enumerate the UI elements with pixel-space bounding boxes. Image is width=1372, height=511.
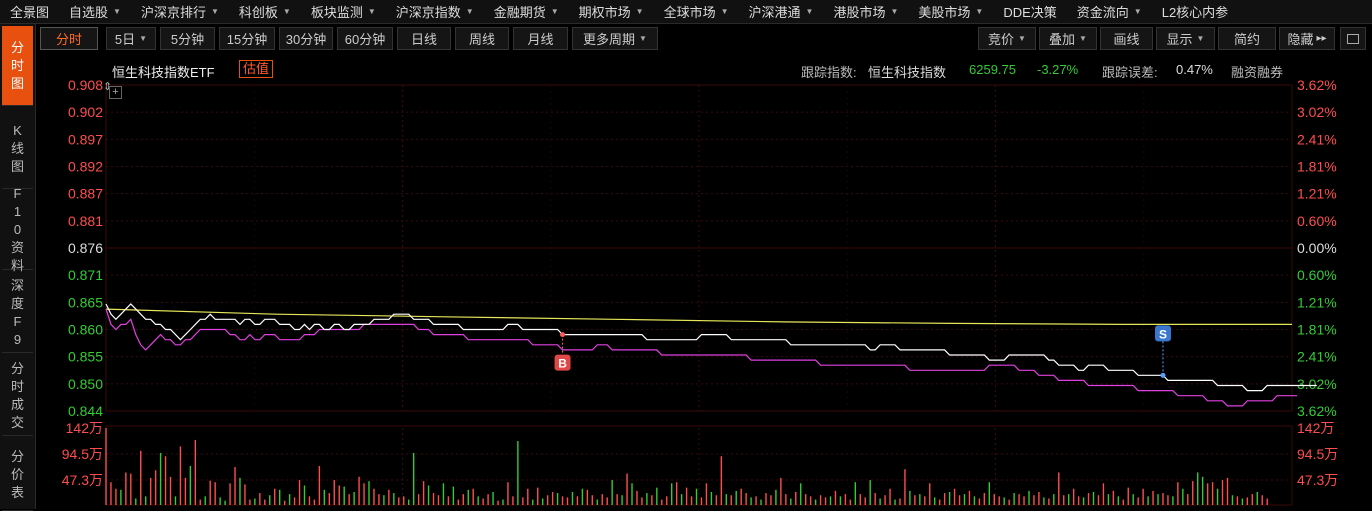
y-tick-right: 1.81% [1297, 159, 1337, 175]
signal-dot [560, 332, 566, 338]
y-tick-right: 3.02% [1297, 376, 1337, 392]
y-tick-left: 0.855 [68, 349, 103, 365]
y-tick-right: 2.41% [1297, 131, 1337, 147]
y-tick-right: 0.60% [1297, 213, 1337, 229]
y-tick-left: 0.850 [68, 376, 103, 392]
y-tick-right: 1.21% [1297, 294, 1337, 310]
nav-estimate-line [105, 308, 1297, 407]
volume-tick-left: 142万 [66, 420, 103, 436]
intraday-chart[interactable]: 0.908 3.62% 0.902 3.02% 0.897 2.41% 0.892 1.81%… [0, 0, 1372, 509]
volume-tick-right: 94.5万 [1297, 446, 1338, 462]
y-tick-right: 1.21% [1297, 186, 1337, 202]
y-tick-right: 2.41% [1297, 349, 1337, 365]
y-tick-left: 0.844 [68, 403, 103, 419]
y-tick-right: 1.81% [1297, 322, 1337, 338]
y-tick-right: 0.60% [1297, 267, 1337, 283]
y-tick-right: 3.62% [1297, 77, 1337, 93]
y-tick-left: 0.881 [68, 213, 103, 229]
y-tick-left: 0.892 [68, 159, 103, 175]
y-tick-left: 0.876 [68, 240, 103, 256]
y-tick-left: 0.860 [68, 322, 103, 338]
volume-tick-right: 142万 [1297, 420, 1334, 436]
y-tick-left: 0.865 [68, 294, 103, 310]
volume-tick-left: 47.3万 [62, 472, 103, 488]
y-tick-left: 0.871 [68, 267, 103, 283]
y-tick-right: 0.00% [1297, 240, 1337, 256]
volume-tick-right: 47.3万 [1297, 472, 1338, 488]
y-tick-right: 3.02% [1297, 104, 1337, 120]
signal-label: S [1159, 327, 1167, 341]
y-tick-left: 0.902 [68, 104, 103, 120]
signal-dot [1160, 372, 1166, 378]
volume-tick-left: 94.5万 [62, 446, 103, 462]
y-tick-left: 0.908 [68, 77, 103, 93]
price-line [105, 303, 1317, 392]
y-tick-right: 3.62% [1297, 403, 1337, 419]
y-tick-left: 0.897 [68, 131, 103, 147]
signal-label: B [558, 357, 567, 371]
y-tick-left: 0.887 [68, 186, 103, 202]
zoom-plus-icon[interactable]: + [109, 86, 122, 99]
